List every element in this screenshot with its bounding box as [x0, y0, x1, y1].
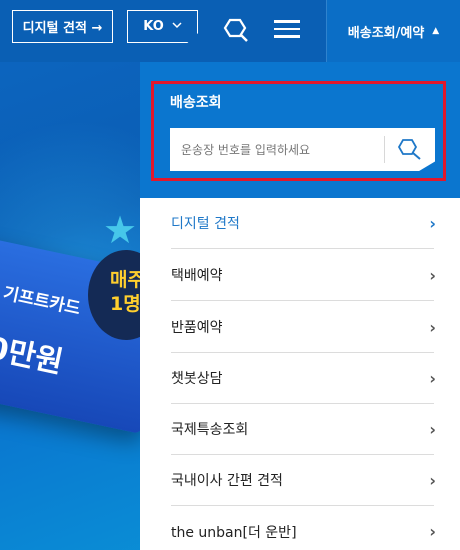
chevron-right-icon: ›	[429, 368, 436, 388]
input-divider	[384, 136, 385, 163]
tracking-number-input[interactable]	[170, 128, 384, 171]
menu-item-label: 반품예약	[171, 320, 223, 336]
tracking-input-wrapper	[170, 128, 435, 171]
tracking-search-icon[interactable]	[396, 137, 424, 163]
caret-up-icon: ▲	[432, 26, 440, 36]
header: 디지털 견적 → KO 배송조회/예약 ▲	[0, 0, 460, 62]
menu-item-label: 챗봇상담	[171, 371, 223, 387]
menu-item-parcel-reservation[interactable]: 택배예약 ›	[171, 250, 436, 301]
chevron-right-icon: ›	[429, 317, 436, 337]
menu-item-label: the unban[더 운반]	[171, 524, 297, 541]
digital-estimate-button[interactable]: 디지털 견적 →	[12, 10, 113, 43]
language-select-button[interactable]: KO	[127, 10, 198, 43]
language-label: KO	[143, 19, 164, 34]
menu-item-digital-estimate[interactable]: 디지털 견적 ›	[171, 198, 436, 249]
menu-item-international-tracking[interactable]: 국제특송조회 ›	[171, 404, 436, 455]
chevron-right-icon: ›	[429, 213, 436, 233]
giftcard-title: 기프트카드	[1, 283, 83, 320]
menu-item-label: 국내이사 간편 견적	[171, 473, 283, 489]
menu-item-the-unban[interactable]: the unban[더 운반] ›	[171, 506, 436, 550]
giftcard-amount: 0만원	[0, 330, 66, 381]
delivery-menu-list: 디지털 견적 › 택배예약 › 반품예약 › 챗봇상담 › 국제특송조회 › 국…	[140, 198, 460, 550]
search-icon[interactable]	[222, 16, 250, 44]
tracking-title: 배송조회	[170, 95, 222, 111]
star-icon: ★	[103, 208, 138, 252]
hamburger-menu-icon[interactable]	[274, 20, 300, 40]
menu-item-label: 디지털 견적	[171, 216, 240, 232]
delivery-tracking-tab[interactable]: 배송조회/예약 ▲	[326, 0, 460, 62]
chevron-right-icon: ›	[429, 419, 436, 439]
menu-item-moving-estimate[interactable]: 국내이사 간편 견적 ›	[171, 455, 436, 506]
menu-item-return-reservation[interactable]: 반품예약 ›	[171, 302, 436, 353]
chevron-down-icon	[172, 21, 182, 32]
chevron-right-icon: ›	[429, 470, 436, 490]
menu-item-label: 국제특송조회	[171, 422, 249, 438]
chevron-right-icon: ›	[429, 522, 436, 541]
delivery-tab-label: 배송조회/예약	[347, 25, 425, 41]
menu-item-label: 택배예약	[171, 268, 223, 284]
menu-item-chatbot[interactable]: 챗봇상담 ›	[171, 353, 436, 404]
chevron-right-icon: ›	[429, 265, 436, 285]
